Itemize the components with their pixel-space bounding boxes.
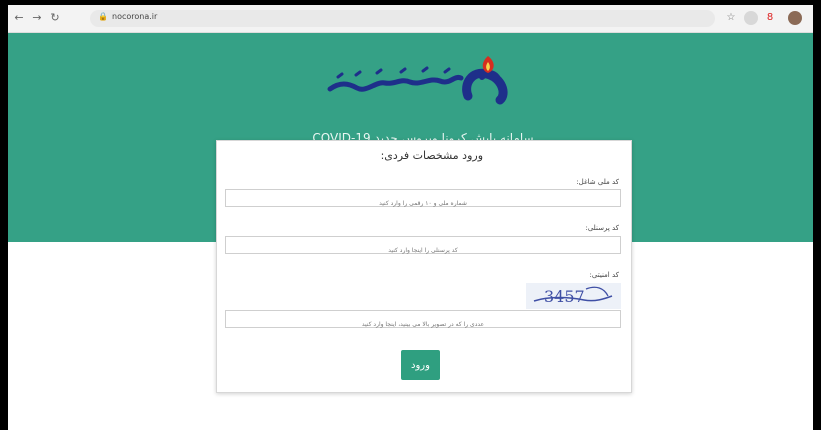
flame-arch-logo-icon	[327, 56, 508, 105]
login-card: ورود مشخصات فردی: کد ملی شاغل: کد پرسنلی…	[216, 140, 632, 393]
browser-toolbar: ← → ↻ 🔒 nocorona.ir ☆ 8	[8, 5, 813, 33]
personnel-code-field[interactable]	[225, 236, 621, 259]
national-id-input[interactable]	[226, 195, 620, 212]
refresh-icon[interactable]: ↻	[47, 10, 63, 26]
extension-icon[interactable]	[744, 11, 758, 25]
captcha-field[interactable]	[225, 310, 621, 333]
extension-icon[interactable]: 8	[763, 11, 777, 25]
form-title: ورود مشخصات فردی:	[380, 149, 483, 162]
address-bar[interactable]: 🔒 nocorona.ir	[90, 10, 715, 27]
national-id-label: کد ملی شاغل:	[576, 178, 619, 186]
personnel-code-label: کد پرسنلی:	[585, 224, 619, 232]
profile-avatar[interactable]	[788, 11, 802, 25]
captcha-input[interactable]	[226, 316, 620, 333]
star-icon[interactable]: ☆	[724, 11, 738, 25]
national-id-field[interactable]	[225, 189, 621, 212]
forward-icon[interactable]: →	[29, 10, 45, 26]
lock-icon: 🔒	[98, 12, 108, 21]
captcha-label: کد امنیتی:	[589, 271, 619, 279]
captcha-text: 3457	[544, 287, 585, 306]
logo	[322, 47, 532, 113]
personnel-code-input[interactable]	[226, 242, 620, 259]
captcha-image: 3457	[526, 283, 621, 309]
back-icon[interactable]: ←	[11, 10, 27, 26]
url-text: nocorona.ir	[112, 12, 158, 21]
captcha-graphic: 3457	[533, 286, 613, 306]
login-button[interactable]: ورود	[401, 350, 440, 380]
browser-window: ← → ↻ 🔒 nocorona.ir ☆ 8 سامانه پایش کرون…	[0, 5, 821, 430]
